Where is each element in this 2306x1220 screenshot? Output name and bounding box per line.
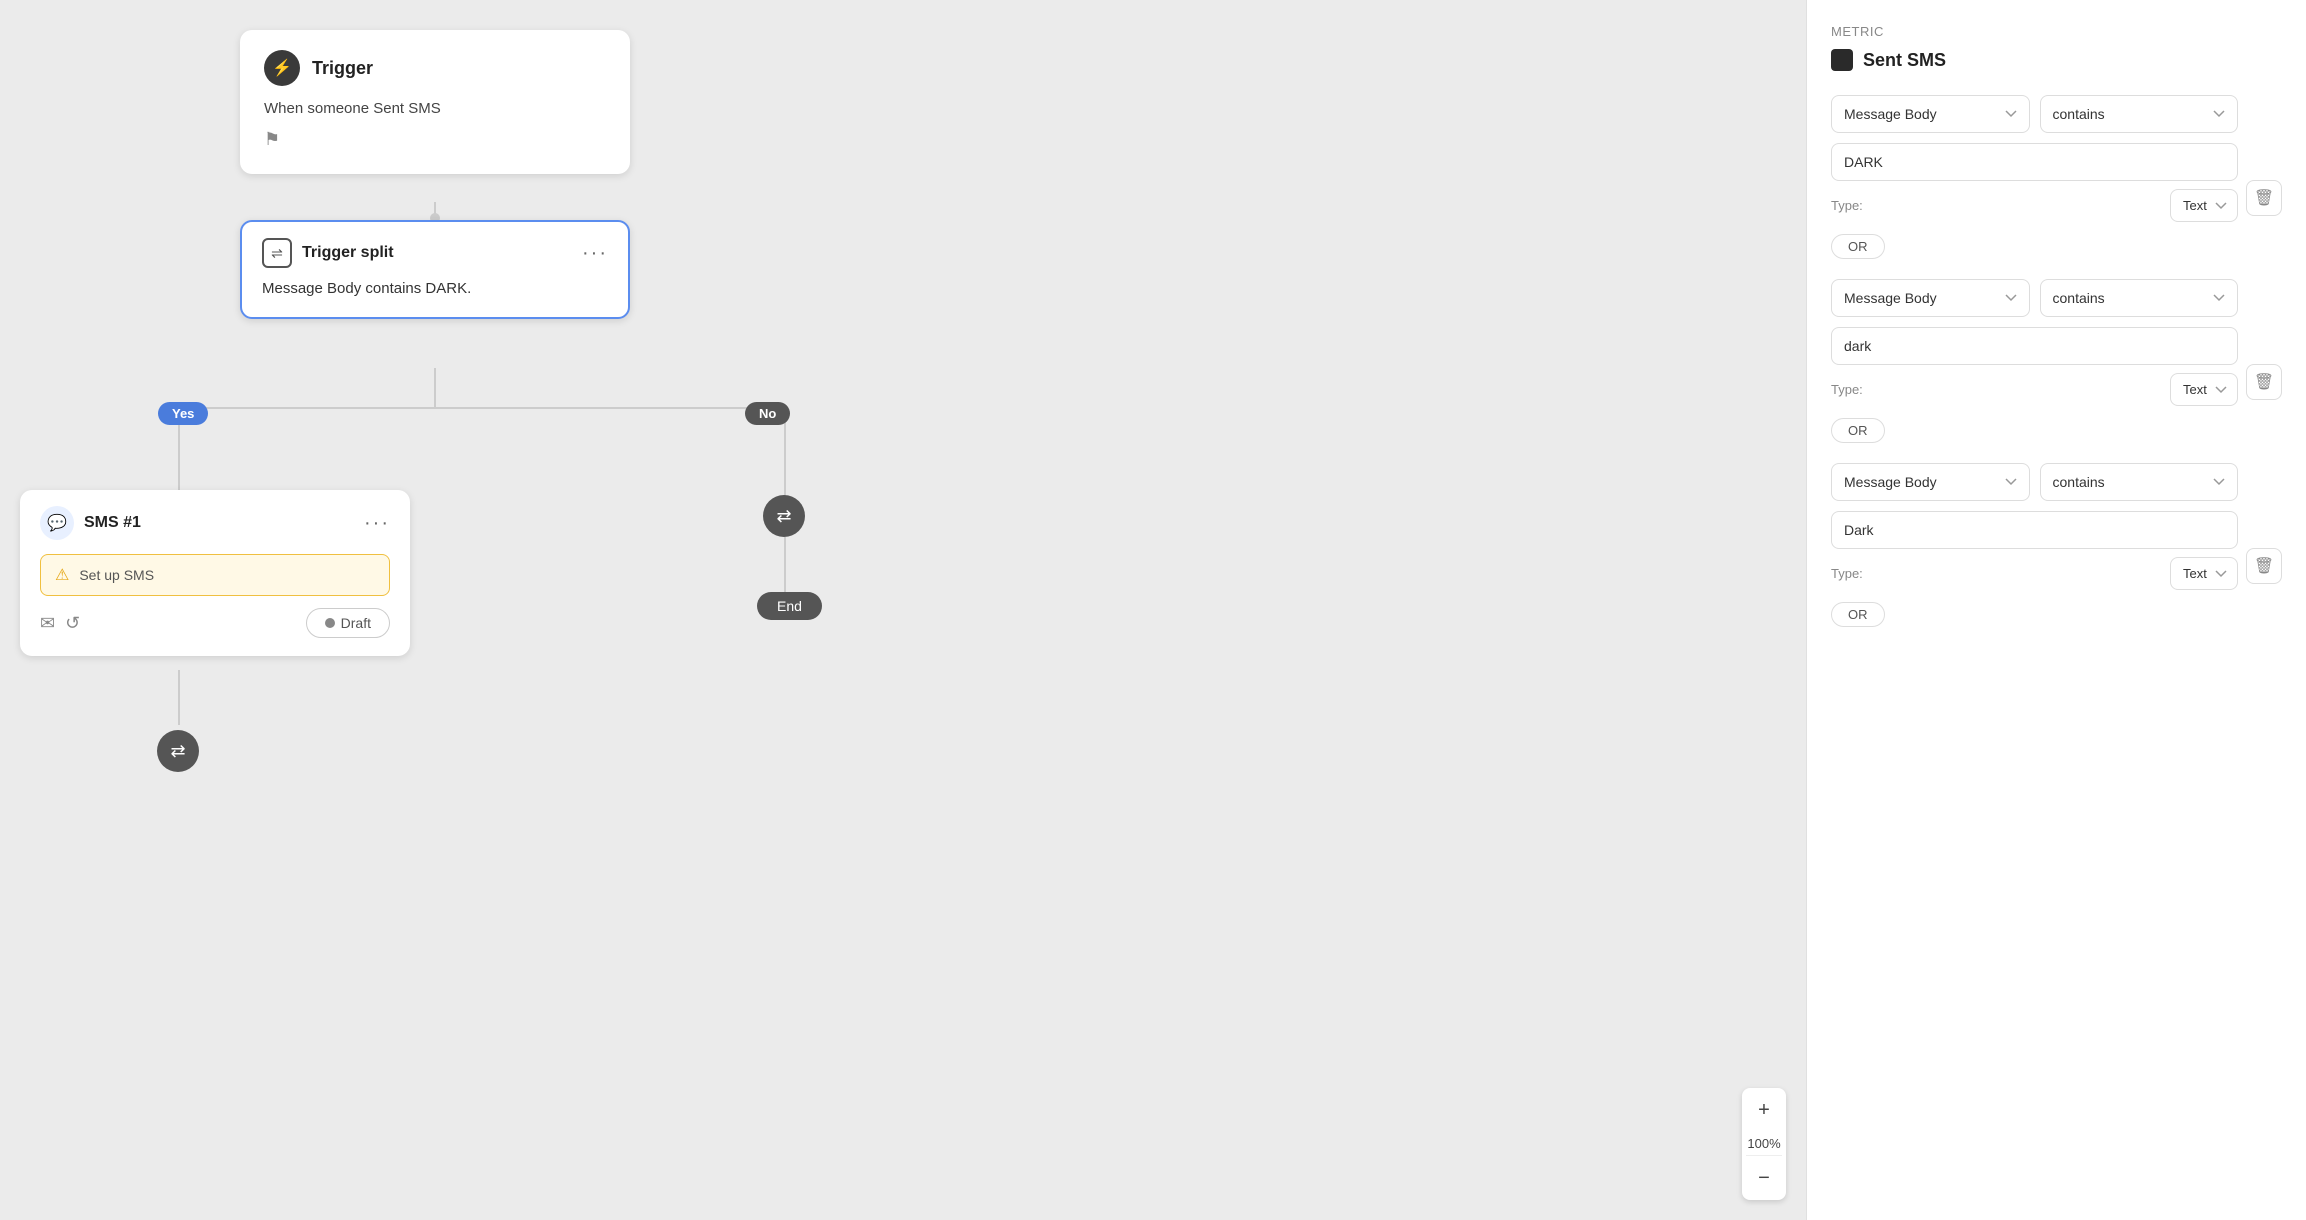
or-button-0[interactable]: OR — [1831, 234, 1885, 259]
type-select-1[interactable]: Text — [2170, 373, 2238, 406]
sms-title: SMS #1 — [84, 514, 141, 532]
metric-color-swatch — [1831, 49, 1853, 71]
connector-h-right — [434, 407, 784, 409]
delete-button-0[interactable]: 🗑 — [2246, 180, 2282, 216]
warning-icon: ⚠ — [55, 565, 69, 585]
split-more-button[interactable]: ··· — [582, 242, 608, 265]
metric-label: Metric — [1831, 24, 2282, 39]
zoom-out-button[interactable]: − — [1742, 1156, 1786, 1200]
yes-badge: Yes — [158, 402, 208, 425]
split-node: ⇌ Trigger split ··· Message Body contain… — [240, 220, 630, 319]
operator-select-2[interactable]: contains — [2040, 463, 2239, 501]
reconnect-node-left[interactable]: ⇄ — [157, 730, 199, 772]
trigger-subtitle: When someone Sent SMS — [264, 100, 606, 117]
type-label-2: Type: — [1831, 566, 1863, 581]
split-icon: ⇌ — [262, 238, 292, 268]
reconnect-node-right[interactable]: ⇄ — [763, 495, 805, 537]
field-select-2[interactable]: Message Body — [1831, 463, 2030, 501]
draft-button[interactable]: Draft — [306, 608, 390, 638]
trigger-filter-icon: ⚑ — [264, 129, 606, 150]
zoom-level: 100% — [1747, 1132, 1780, 1155]
sms-more-button[interactable]: ··· — [364, 512, 390, 535]
filter-type-row-0: Type: Text — [1831, 189, 2238, 222]
trigger-title: Trigger — [312, 58, 373, 79]
sms-warning: ⚠ Set up SMS — [40, 554, 390, 596]
refresh-icon: ↺ — [65, 613, 80, 634]
filter-row-2: Message Body contains — [1831, 463, 2238, 501]
draft-dot — [325, 618, 335, 628]
sms-icon: 💬 — [40, 506, 74, 540]
field-select-1[interactable]: Message Body — [1831, 279, 2030, 317]
value-input-2[interactable] — [1831, 511, 2238, 549]
operator-select-1[interactable]: contains — [2040, 279, 2239, 317]
trigger-node: ⚡ Trigger When someone Sent SMS ⚑ — [240, 30, 630, 174]
connector-v-end — [784, 537, 786, 592]
split-title: Trigger split — [302, 244, 394, 262]
filter-row-1: Message Body contains — [1831, 279, 2238, 317]
delete-button-1[interactable]: 🗑 — [2246, 364, 2282, 400]
connector-h-left — [178, 407, 434, 409]
value-input-0[interactable] — [1831, 143, 2238, 181]
no-badge: No — [745, 402, 790, 425]
connector-v-sms-below — [178, 670, 180, 725]
warning-text: Set up SMS — [79, 567, 154, 583]
sms-node: 💬 SMS #1 ··· ⚠ Set up SMS ✉ ↺ Draft — [20, 490, 410, 656]
filter-type-row-1: Type: Text — [1831, 373, 2238, 406]
split-body: Message Body contains DARK. — [262, 280, 608, 297]
end-badge: End — [757, 592, 822, 620]
or-button-2[interactable]: OR — [1831, 602, 1885, 627]
draft-label: Draft — [341, 615, 371, 631]
flow-canvas: ⚡ Trigger When someone Sent SMS ⚑ ⇌ Trig… — [0, 0, 1806, 1220]
sms-action-icons: ✉ ↺ — [40, 613, 80, 634]
value-input-1[interactable] — [1831, 327, 2238, 365]
right-panel: Metric Sent SMS Message Body contains Ty… — [1806, 0, 2306, 1220]
email-icon: ✉ — [40, 613, 55, 634]
metric-value-row: Sent SMS — [1831, 49, 2282, 71]
field-select-0[interactable]: Message Body — [1831, 95, 2030, 133]
operator-select-0[interactable]: contains — [2040, 95, 2239, 133]
metric-text: Sent SMS — [1863, 50, 1946, 71]
connector-line-split — [434, 368, 436, 408]
filter-block-0: Message Body contains Type: Text 🗑 OR — [1831, 95, 2282, 275]
filter-block-2: Message Body contains Type: Text 🗑 OR — [1831, 463, 2282, 643]
type-label-1: Type: — [1831, 382, 1863, 397]
filter-type-row-2: Type: Text — [1831, 557, 2238, 590]
type-select-2[interactable]: Text — [2170, 557, 2238, 590]
type-select-0[interactable]: Text — [2170, 189, 2238, 222]
trigger-icon: ⚡ — [264, 50, 300, 86]
filter-row-0: Message Body contains — [1831, 95, 2238, 133]
type-label-0: Type: — [1831, 198, 1863, 213]
delete-button-2[interactable]: 🗑 — [2246, 548, 2282, 584]
zoom-in-button[interactable]: + — [1742, 1088, 1786, 1132]
or-button-1[interactable]: OR — [1831, 418, 1885, 443]
filter-block-1: Message Body contains Type: Text 🗑 OR — [1831, 279, 2282, 459]
zoom-controls: + 100% − — [1742, 1088, 1786, 1200]
